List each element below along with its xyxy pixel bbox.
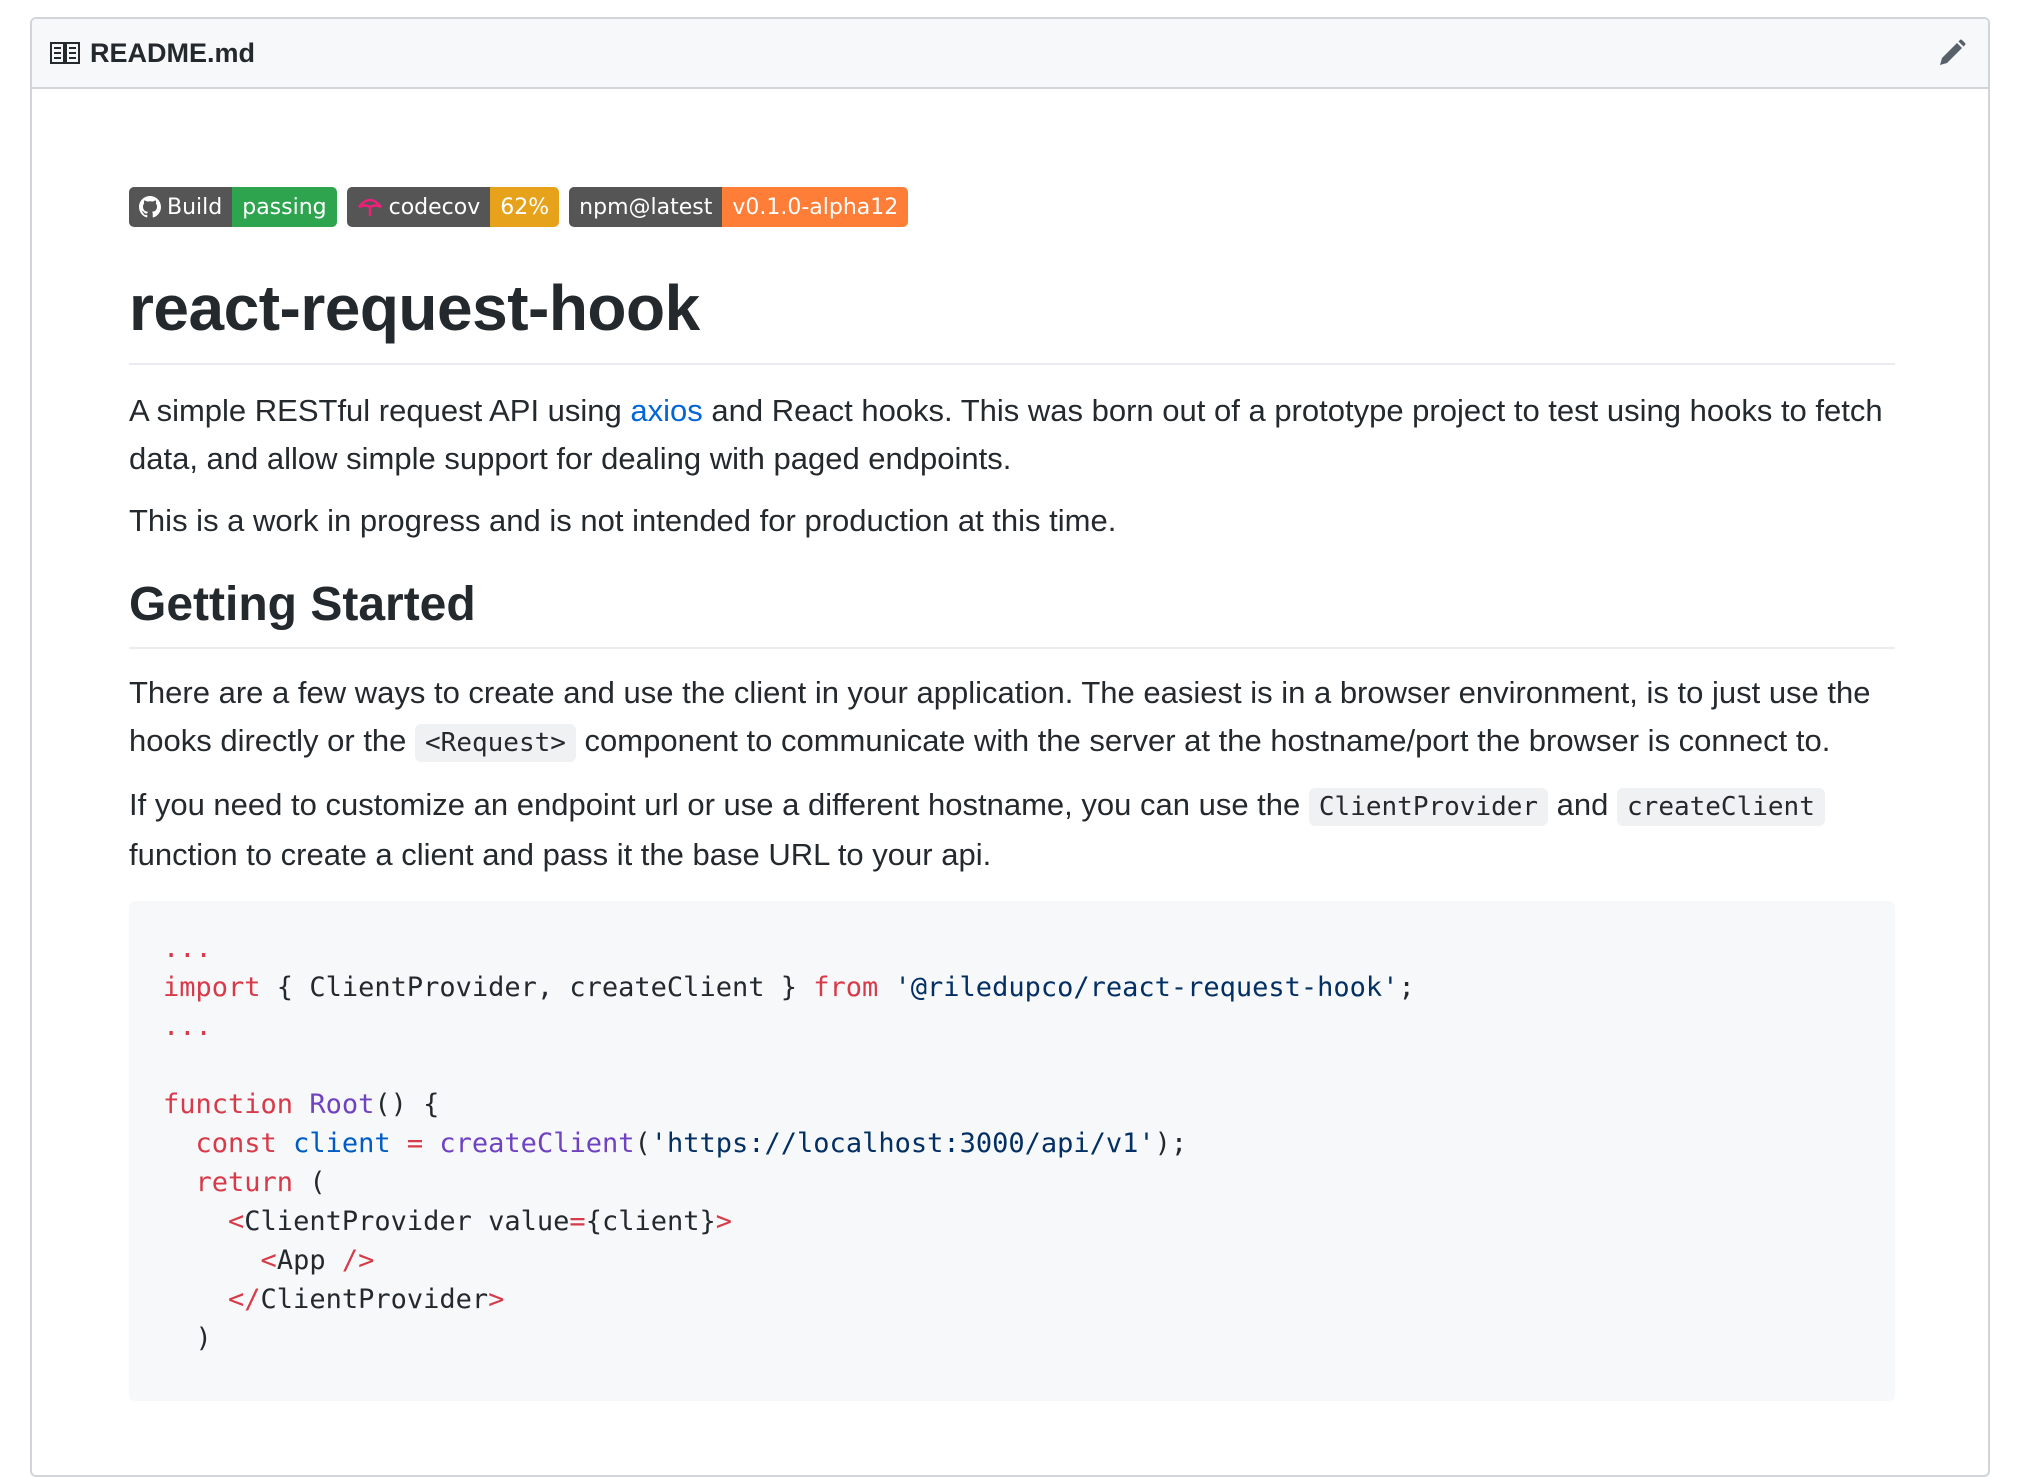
code-keyword: import	[163, 972, 261, 1003]
customize-text-rest: function to create a client and pass it …	[129, 837, 992, 872]
code-keyword: const	[195, 1128, 277, 1159]
pencil-icon	[1940, 39, 1966, 65]
code-text: {client}	[585, 1206, 716, 1237]
code-tag: ClientProvider	[244, 1206, 472, 1237]
code-text: () {	[374, 1089, 440, 1120]
badge-row: Build passing codecov 62% npm@latest v0.…	[129, 187, 1895, 227]
code-operator: =	[569, 1206, 586, 1237]
readme-container: README.md Build passing codecov 62% npm@…	[30, 17, 1990, 1477]
code-operator: <	[228, 1206, 245, 1237]
badge-value: passing	[232, 187, 337, 227]
code-operator: >	[715, 1206, 732, 1237]
code-block[interactable]: ... import { ClientProvider, createClien…	[129, 901, 1895, 1401]
customize-text-and: and	[1548, 787, 1618, 822]
badge-label: Build	[167, 194, 223, 220]
file-name: README.md	[90, 37, 256, 68]
code-text: (	[309, 1167, 326, 1198]
code-function-name: Root	[309, 1089, 375, 1120]
github-icon	[139, 196, 161, 218]
badge-value: v0.1.0-alpha12	[722, 187, 909, 227]
badge-label: npm@latest	[579, 194, 713, 220]
customize-text: If you need to customize an endpoint url…	[129, 787, 1309, 822]
readme-body: Build passing codecov 62% npm@latest v0.…	[129, 115, 1895, 1401]
intro-text: A simple RESTful request API using	[129, 393, 631, 428]
page-title: react-request-hook	[129, 271, 1895, 365]
file-header: README.md	[32, 19, 1988, 89]
codecov-badge[interactable]: codecov 62%	[346, 187, 560, 227]
npm-badge[interactable]: npm@latest v0.1.0-alpha12	[569, 187, 909, 227]
badge-value: 62%	[490, 187, 560, 227]
intro-paragraph: A simple RESTful request API using axios…	[129, 387, 1895, 483]
badge-label: codecov	[388, 194, 481, 220]
code-text: )	[195, 1323, 212, 1354]
code-keyword: function	[163, 1089, 294, 1120]
code-function-call: createClient	[439, 1128, 635, 1159]
code-ellipsis: ...	[163, 1011, 212, 1042]
build-badge[interactable]: Build passing	[129, 187, 337, 227]
code-keyword: from	[813, 972, 879, 1003]
code-operator: <	[260, 1245, 277, 1276]
code-text: { ClientProvider, createClient }	[260, 972, 814, 1003]
code-operator: >	[488, 1284, 505, 1315]
code-ellipsis: ...	[163, 933, 212, 964]
request-component-code: <Request>	[415, 724, 576, 762]
code-operator: </	[228, 1284, 261, 1315]
code-attr: value	[471, 1206, 570, 1237]
code-tag: App	[276, 1245, 326, 1276]
wip-paragraph: This is a work in progress and is not in…	[129, 503, 1117, 538]
code-string: '@riledupco/react-request-hook'	[894, 972, 1399, 1003]
codecov-umbrella-icon	[357, 198, 382, 216]
create-client-code: createClient	[1617, 788, 1825, 826]
code-string: 'https://localhost:3000/api/v1'	[650, 1128, 1155, 1159]
client-provider-code: ClientProvider	[1308, 788, 1549, 826]
edit-file-button[interactable]	[1934, 35, 1970, 71]
usage-paragraph: There are a few ways to create and use t…	[129, 669, 1895, 767]
customize-paragraph: If you need to customize an endpoint url…	[129, 781, 1895, 879]
code-text: (	[634, 1128, 651, 1159]
code-variable: client	[293, 1128, 391, 1159]
code-text: );	[1154, 1128, 1188, 1159]
code-operator: =	[406, 1128, 424, 1159]
book-icon	[50, 41, 80, 65]
usage-text-rest: component to communicate with the server…	[575, 723, 1831, 758]
code-keyword: return	[195, 1167, 294, 1198]
code-text: ;	[1398, 972, 1415, 1003]
code-operator: />	[325, 1245, 375, 1276]
axios-link[interactable]: axios	[630, 393, 702, 428]
section-heading: Getting Started	[129, 575, 1895, 649]
code-tag: ClientProvider	[260, 1284, 489, 1315]
